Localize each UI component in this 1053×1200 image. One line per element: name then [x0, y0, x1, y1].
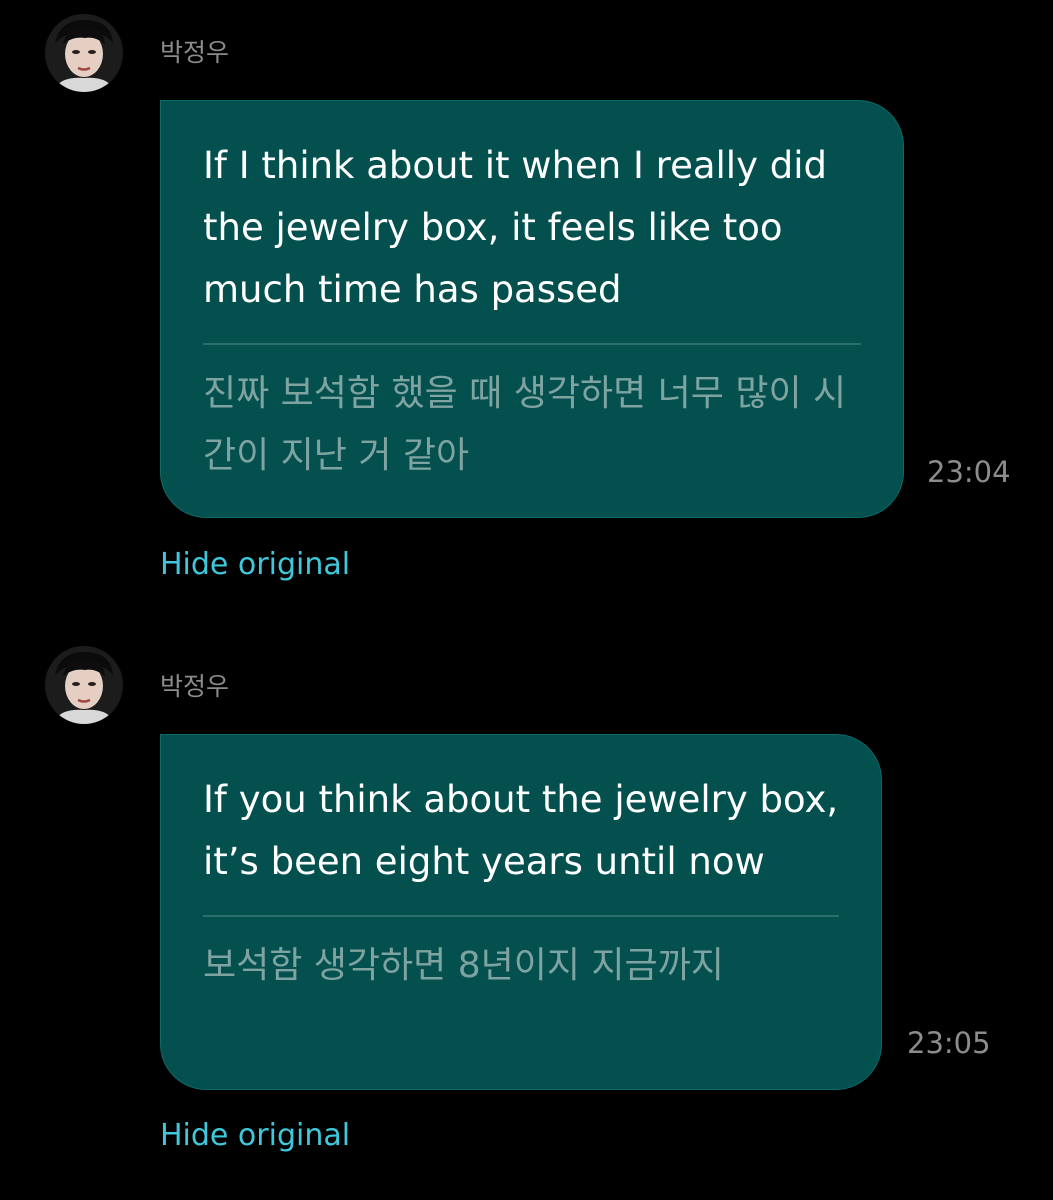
original-text: 보석함 생각하면 8년이지 지금까지	[203, 945, 724, 986]
message-timestamp: 23:04	[927, 455, 1011, 489]
hide-original-link[interactable]: Hide original	[160, 547, 350, 583]
message-timestamp: 23:05	[907, 1026, 991, 1060]
avatar[interactable]	[45, 14, 123, 92]
translated-text: If you think about the jewelry box, it’s…	[203, 778, 839, 883]
message-bubble[interactable]: If I think about it when I really did th…	[160, 100, 904, 518]
translated-text: If I think about it when I really did th…	[203, 144, 827, 311]
avatar-photo-icon	[45, 646, 123, 724]
hide-original-link[interactable]: Hide original	[160, 1118, 350, 1154]
avatar[interactable]	[45, 646, 123, 724]
sender-name: 박정우	[160, 672, 230, 701]
divider	[203, 915, 839, 917]
avatar-photo-icon	[45, 14, 123, 92]
sender-name: 박정우	[160, 38, 230, 67]
divider	[203, 343, 861, 345]
message-bubble[interactable]: If you think about the jewelry box, it’s…	[160, 734, 882, 1090]
original-text: 진짜 보석함 했을 때 생각하면 너무 많이 시간이 지난 거 같아	[203, 373, 847, 476]
